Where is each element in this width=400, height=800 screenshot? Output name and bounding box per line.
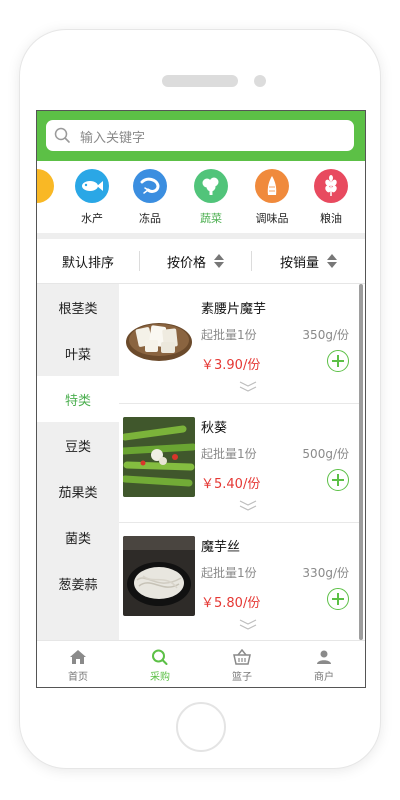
category-item-partial[interactable]: [37, 169, 65, 210]
category-item-vegetables[interactable]: 蔬菜: [183, 169, 239, 226]
product-card[interactable]: 秋葵 起批量1份 500g/份 ￥5.40/份: [119, 403, 359, 523]
category-label: 水产: [81, 212, 103, 225]
sidebar-item-nightshade[interactable]: 茄果类: [37, 468, 119, 514]
nav-item-purchase[interactable]: 采购: [119, 641, 201, 687]
sidebar-item-aromatics[interactable]: 葱姜蒜: [37, 560, 119, 606]
product-price: ￥5.80/份: [201, 596, 261, 611]
sort-price-label: 按价格: [166, 255, 206, 271]
expand-chevron-icon[interactable]: [239, 616, 257, 635]
product-weight: 500g/份: [302, 447, 349, 461]
vegetable-icon: [194, 169, 228, 203]
add-to-basket-button[interactable]: [327, 588, 349, 610]
search-input[interactable]: 输入关键字: [46, 120, 354, 151]
subcategory-sidebar: 根茎类 叶菜 特类 豆类 茄果类 菌类 葱姜蒜: [37, 284, 119, 640]
basket-icon: [233, 649, 251, 665]
category-label: 蔬菜: [200, 212, 222, 225]
category-strip: 水产 冻品 蔬菜 调味品 粮油: [37, 161, 365, 233]
sidebar-item-label: 豆类: [64, 439, 91, 455]
sidebar-item-label: 葱姜蒜: [58, 577, 98, 593]
konjac-noodles-image: [123, 536, 195, 616]
product-min-order: 起批量1份: [201, 566, 257, 580]
category-label: 粮油: [320, 212, 342, 225]
sort-arrows-icon: [327, 253, 337, 269]
nav-item-home[interactable]: 首页: [37, 641, 119, 687]
sidebar-item-label: 特类: [64, 393, 91, 409]
product-weight: 350g/份: [302, 328, 349, 342]
product-min-order: 起批量1份: [201, 328, 257, 342]
expand-chevron-icon[interactable]: [239, 378, 257, 397]
sidebar-item-root-veg[interactable]: 根茎类: [37, 284, 119, 330]
product-list: 素腰片魔芋 起批量1份 350g/份 ￥3.90/份 秋葵 起批量1份 500g…: [119, 284, 359, 640]
sort-bar: 默认排序 按价格 按销量: [37, 239, 365, 284]
sort-price-button[interactable]: 按价格: [140, 239, 251, 283]
category-label: 冻品: [139, 212, 161, 225]
shrimp-icon: [133, 169, 167, 203]
category-item-grain-oil[interactable]: 粮油: [303, 169, 359, 226]
category-item-aquatic[interactable]: 水产: [64, 169, 120, 226]
add-to-basket-button[interactable]: [327, 350, 349, 372]
grain-icon: [314, 169, 348, 203]
expand-chevron-icon[interactable]: [239, 497, 257, 516]
product-card[interactable]: 魔芋丝 起批量1份 330g/份 ￥5.80/份: [119, 522, 359, 640]
phone-camera: [254, 75, 266, 87]
user-icon: [317, 650, 331, 664]
sort-default-label: 默认排序: [61, 255, 114, 271]
app-screen: 输入关键字 水产 冻品 蔬菜 调味品 粮油 默认排序 按价格 按销量 根茎类 叶…: [36, 110, 366, 688]
bottom-nav: 首页 采购 篮子 商户: [37, 640, 365, 687]
sidebar-item-label: 茄果类: [58, 485, 98, 501]
sort-sales-button[interactable]: 按销量: [252, 239, 365, 283]
product-name: 秋葵: [201, 421, 228, 436]
konjac-slices-image: [123, 298, 195, 378]
product-name: 素腰片魔芋: [201, 302, 267, 317]
partial-category-icon: [37, 169, 54, 203]
sidebar-item-label: 根茎类: [58, 301, 98, 317]
sidebar-item-label: 菌类: [64, 531, 91, 547]
add-to-basket-button[interactable]: [327, 469, 349, 491]
search-icon: [152, 649, 168, 665]
search-bar: 输入关键字: [37, 111, 365, 161]
product-weight: 330g/份: [302, 566, 349, 580]
product-price: ￥3.90/份: [201, 358, 261, 373]
seasoning-icon: [255, 169, 289, 203]
product-name: 魔芋丝: [201, 540, 241, 555]
nav-label: 商户: [314, 672, 334, 683]
sidebar-item-special[interactable]: 特类: [37, 376, 119, 422]
category-label: 调味品: [255, 212, 289, 225]
product-list-scrollbar[interactable]: [359, 284, 363, 640]
sort-sales-label: 按销量: [279, 255, 319, 271]
nav-item-merchant[interactable]: 商户: [283, 641, 365, 687]
fish-icon: [75, 169, 109, 203]
phone-home-button[interactable]: [176, 702, 226, 752]
search-icon: [54, 127, 71, 148]
sort-arrows-icon: [214, 253, 224, 269]
product-card[interactable]: 素腰片魔芋 起批量1份 350g/份 ￥3.90/份: [119, 284, 359, 404]
category-item-frozen[interactable]: 冻品: [122, 169, 178, 226]
sidebar-item-leafy[interactable]: 叶菜: [37, 330, 119, 376]
sidebar-item-beans[interactable]: 豆类: [37, 422, 119, 468]
nav-label: 首页: [68, 672, 88, 683]
nav-label: 篮子: [232, 672, 252, 683]
product-price: ￥5.40/份: [201, 477, 261, 492]
product-min-order: 起批量1份: [201, 447, 257, 461]
nav-label: 采购: [150, 672, 170, 683]
sidebar-item-label: 叶菜: [64, 347, 91, 363]
nav-item-basket[interactable]: 篮子: [201, 641, 283, 687]
search-placeholder: 输入关键字: [80, 131, 146, 146]
phone-speaker: [162, 75, 238, 87]
sort-default-button[interactable]: 默认排序: [37, 239, 139, 283]
category-item-seasoning[interactable]: 调味品: [244, 169, 300, 226]
sidebar-item-mushroom[interactable]: 菌类: [37, 514, 119, 560]
home-icon: [70, 650, 86, 664]
okra-dish-image: [123, 417, 195, 497]
